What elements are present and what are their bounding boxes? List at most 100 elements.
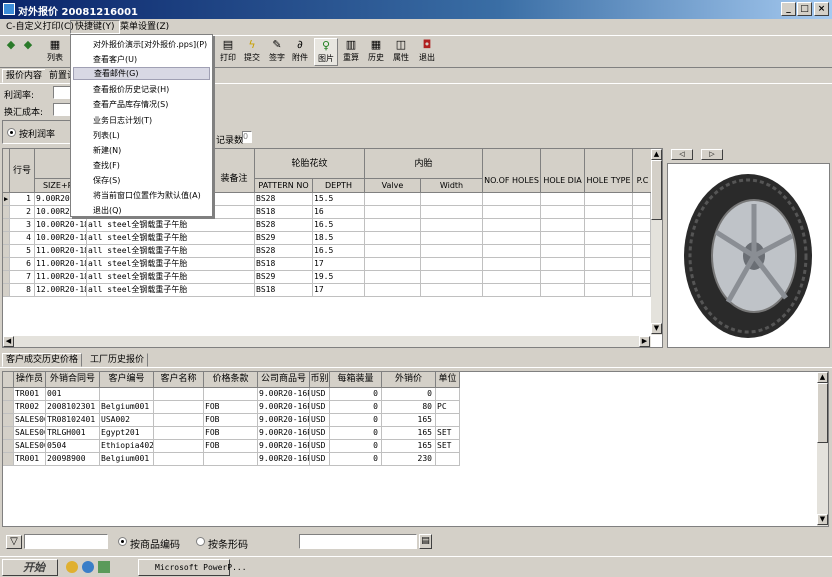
- tab-factory-history[interactable]: 工厂历史报价: [86, 353, 149, 367]
- history-cell[interactable]: 230: [382, 453, 436, 466]
- grid-cell[interactable]: 16.5: [313, 219, 365, 232]
- start-button[interactable]: 开始: [2, 559, 58, 576]
- print-button[interactable]: ▤ 打印: [216, 38, 240, 66]
- dropdown-item[interactable]: 查看客户(U): [73, 53, 210, 66]
- grid-cell[interactable]: BS18: [255, 258, 313, 271]
- grid-cell[interactable]: [585, 219, 633, 232]
- grid-cell[interactable]: [633, 245, 651, 258]
- row-indicator[interactable]: [3, 206, 10, 219]
- grid-cell[interactable]: 10.00R20-18: [35, 232, 87, 245]
- grid-cell[interactable]: BS28: [255, 219, 313, 232]
- grid-cell[interactable]: [541, 232, 585, 245]
- grid-cell[interactable]: [633, 258, 651, 271]
- back-button[interactable]: ◆: [3, 38, 19, 66]
- history-cell[interactable]: 80: [382, 401, 436, 414]
- grid-cell[interactable]: [541, 219, 585, 232]
- grid-cell[interactable]: [585, 258, 633, 271]
- row-indicator[interactable]: [3, 245, 10, 258]
- grid-cell[interactable]: all steel全钢载重子午胎: [87, 258, 255, 271]
- history-cell[interactable]: 9.00R20-16P: [258, 414, 310, 427]
- grid-cell[interactable]: [483, 219, 541, 232]
- row-indicator[interactable]: [3, 219, 10, 232]
- history-cell[interactable]: 20098900: [46, 453, 100, 466]
- grid-cell[interactable]: 7: [10, 271, 35, 284]
- next-image-button[interactable]: ▷: [701, 149, 723, 160]
- dropdown-item[interactable]: 查看报价历史记录(H): [73, 83, 210, 96]
- maximize-button[interactable]: □: [797, 2, 812, 16]
- history-cell[interactable]: 165: [382, 440, 436, 453]
- scroll-right-arrow-icon[interactable]: ▶: [639, 336, 650, 347]
- grid-cell[interactable]: BS18: [255, 206, 313, 219]
- grid-cell[interactable]: [541, 245, 585, 258]
- history-button[interactable]: ▦ 历史: [364, 38, 388, 66]
- grid-cell[interactable]: [365, 219, 421, 232]
- dropdown-item[interactable]: 列表(L): [73, 129, 210, 142]
- taskbar-task-powerpoint[interactable]: Microsoft PowerP...: [138, 559, 247, 576]
- history-cell[interactable]: FOB: [204, 427, 258, 440]
- grid-cell[interactable]: 16: [313, 206, 365, 219]
- go-button[interactable]: ▤: [419, 534, 432, 549]
- row-indicator[interactable]: [3, 440, 14, 453]
- grid-cell[interactable]: [633, 271, 651, 284]
- grid-cell[interactable]: [483, 206, 541, 219]
- grid-cell[interactable]: [585, 193, 633, 206]
- row-indicator[interactable]: [3, 427, 14, 440]
- menu-shortcuts[interactable]: 快捷键(Y): [70, 20, 120, 34]
- history-cell[interactable]: 9.00R20-16P: [258, 388, 310, 401]
- grid-cell[interactable]: BS28: [255, 245, 313, 258]
- row-indicator[interactable]: [3, 284, 10, 297]
- history-cell[interactable]: SET: [436, 427, 460, 440]
- grid-cell[interactable]: [541, 258, 585, 271]
- grid-cell[interactable]: 16.5: [313, 245, 365, 258]
- grid-cell[interactable]: [585, 206, 633, 219]
- barcode-input[interactable]: [299, 534, 417, 549]
- history-cell[interactable]: PC: [436, 401, 460, 414]
- grid-cell[interactable]: [585, 245, 633, 258]
- history-cell[interactable]: Belgium001: [100, 453, 154, 466]
- product-grid-hscroll[interactable]: ◀ ▶: [3, 336, 651, 347]
- history-cell[interactable]: FOB: [204, 440, 258, 453]
- grid-cell[interactable]: [365, 271, 421, 284]
- history-cell[interactable]: TR002: [14, 401, 46, 414]
- forward-button[interactable]: ◆: [20, 38, 36, 66]
- history-cell[interactable]: 0: [382, 388, 436, 401]
- history-cell[interactable]: Ethiopia402: [100, 440, 154, 453]
- history-cell[interactable]: USA002: [100, 414, 154, 427]
- history-cell[interactable]: USD: [310, 401, 330, 414]
- grid-cell[interactable]: 11.00R20-18: [35, 271, 87, 284]
- scroll-up-arrow-icon[interactable]: ▲: [817, 372, 828, 383]
- row-indicator[interactable]: [3, 271, 10, 284]
- history-cell[interactable]: [436, 453, 460, 466]
- by-barcode-radio[interactable]: [196, 537, 205, 546]
- grid-cell[interactable]: [585, 271, 633, 284]
- grid-cell[interactable]: 8: [10, 284, 35, 297]
- grid-cell[interactable]: all steel全钢载重子午胎: [87, 284, 255, 297]
- grid-cell[interactable]: [365, 232, 421, 245]
- search-input[interactable]: [24, 534, 108, 549]
- grid-cell[interactable]: 17: [313, 258, 365, 271]
- grid-cell[interactable]: 5: [10, 245, 35, 258]
- picture-button[interactable]: ♀ 图片: [314, 38, 338, 66]
- filter-icon[interactable]: ▽: [6, 535, 22, 549]
- history-cell[interactable]: [204, 388, 258, 401]
- history-cell[interactable]: 9.00R20-16P: [258, 440, 310, 453]
- grid-cell[interactable]: [365, 193, 421, 206]
- history-cell[interactable]: 9.00R20-16P: [258, 453, 310, 466]
- grid-cell[interactable]: 18.5: [313, 232, 365, 245]
- grid-cell[interactable]: [633, 284, 651, 297]
- grid-cell[interactable]: 17: [313, 284, 365, 297]
- grid-cell[interactable]: all steel全钢载重子午胎: [87, 219, 255, 232]
- history-cell[interactable]: 0: [330, 453, 382, 466]
- grid-cell[interactable]: [541, 193, 585, 206]
- history-cell[interactable]: 0: [330, 388, 382, 401]
- grid-cell[interactable]: [421, 245, 483, 258]
- history-cell[interactable]: [154, 401, 204, 414]
- grid-cell[interactable]: [421, 232, 483, 245]
- by-profit-radio[interactable]: [7, 128, 16, 137]
- history-cell[interactable]: USD: [310, 414, 330, 427]
- row-indicator[interactable]: [3, 388, 14, 401]
- history-cell[interactable]: SET: [436, 440, 460, 453]
- grid-cell[interactable]: [421, 284, 483, 297]
- recalculate-button[interactable]: ▥ 重算: [339, 38, 363, 66]
- history-cell[interactable]: [154, 388, 204, 401]
